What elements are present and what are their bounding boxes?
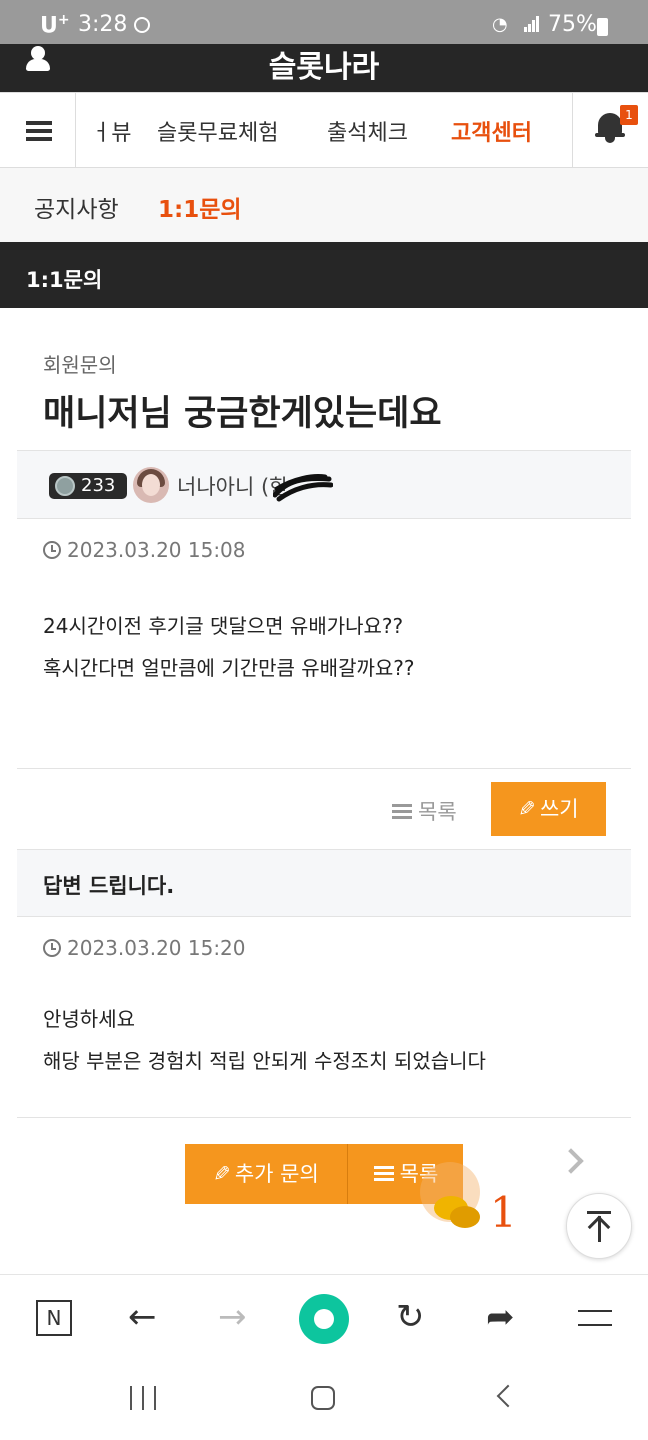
main-nav: ㅓ뷰 슬롯무료체험 출석체크 고객센터 1 <box>0 92 648 168</box>
more-inquiry-button[interactable]: ✎ 추가 문의 <box>185 1144 348 1204</box>
write-button[interactable]: ✎ 쓰기 <box>491 782 606 836</box>
author-nickname[interactable]: 너나아니 (한 <box>177 471 288 501</box>
notification-button[interactable]: 1 <box>572 93 648 167</box>
clock-icon <box>43 541 61 559</box>
scroll-top-button[interactable] <box>566 1193 632 1259</box>
alarm-icon <box>134 17 150 33</box>
nav-item-review[interactable]: ㅓ뷰 <box>91 115 131 147</box>
post-title: 매니저님 궁금한게있는데요 <box>43 394 442 434</box>
redaction-scribble <box>273 474 333 502</box>
tab-inquiry[interactable]: 1:1문의 <box>158 190 242 224</box>
carrier-label: U+ <box>40 12 70 39</box>
bell-icon <box>598 113 622 135</box>
home-green-icon[interactable] <box>299 1294 349 1344</box>
section-title: 1:1문의 <box>0 242 648 308</box>
refresh-icon[interactable]: ↻ <box>396 1297 425 1337</box>
naver-tab-button[interactable]: N <box>36 1300 72 1336</box>
battery-level: 75% <box>548 12 597 37</box>
home-icon[interactable] <box>311 1386 335 1410</box>
level-badge: 233 <box>49 473 127 499</box>
list-icon <box>392 804 412 820</box>
signal-icon <box>524 16 540 32</box>
status-bar: U+ 3:28 ◔ 75% <box>0 0 648 44</box>
answer-body: 안녕하세요 해당 부분은 경험치 적립 안되게 수정조치 되었습니다 <box>43 998 486 1082</box>
post-date: 2023.03.20 15:08 <box>43 538 246 562</box>
avatar[interactable] <box>133 467 169 503</box>
back-icon[interactable] <box>496 1384 520 1408</box>
back-arrow-icon[interactable]: ← <box>128 1297 157 1337</box>
answer-date: 2023.03.20 15:20 <box>43 936 246 960</box>
list-link[interactable]: 목록 <box>392 796 457 826</box>
answer-body-line: 해당 부분은 경험치 적립 안되게 수정조치 되었습니다 <box>43 1049 486 1073</box>
list-icon <box>373 1166 394 1182</box>
nav-items: ㅓ뷰 슬롯무료체험 출석체크 고객센터 <box>77 93 572 167</box>
status-time: 3:28 <box>78 12 128 37</box>
nav-item-customer-center[interactable]: 고객센터 <box>451 115 532 147</box>
answer-header: 답변 드립니다. <box>17 849 631 917</box>
post-body-line: 혹시간다면 얼만큼에 기간만큼 유배갈까요?? <box>43 656 415 680</box>
pencil-icon: ✎ <box>213 1162 231 1186</box>
chat-count: 1 <box>490 1188 517 1237</box>
post-body: 24시간이전 후기글 댓달으면 유배가나요?? 혹시간다면 얼만큼에 기간만큼 … <box>43 605 415 689</box>
share-icon[interactable]: ➦ <box>486 1297 515 1337</box>
author-bar: 233 너나아니 (한 <box>17 450 631 519</box>
notification-badge: 1 <box>620 105 638 125</box>
pencil-icon: ✎ <box>518 797 536 821</box>
next-post-chevron-icon[interactable] <box>558 1148 584 1174</box>
browser-toolbar: N ← → ↻ ➦ <box>0 1274 648 1362</box>
browser-menu-icon[interactable] <box>578 1306 612 1330</box>
battery-icon <box>597 18 608 36</box>
post-body-line: 24시간이전 후기글 댓달으면 유배가나요?? <box>43 614 404 638</box>
nav-item-attendance[interactable]: 출석체크 <box>327 115 408 147</box>
divider <box>17 768 631 769</box>
recent-apps-icon[interactable] <box>130 1386 156 1410</box>
post-category: 회원문의 <box>43 353 117 377</box>
hamburger-menu-icon[interactable] <box>0 93 76 167</box>
nav-item-free-trial[interactable]: 슬롯무료체험 <box>157 115 278 147</box>
chat-widget[interactable]: 1 <box>418 1160 528 1240</box>
level-gem-icon <box>55 476 75 496</box>
wifi-icon: ◔ <box>492 14 508 35</box>
android-nav-bar <box>0 1362 648 1440</box>
divider <box>17 1117 631 1118</box>
forward-arrow-icon[interactable]: → <box>218 1297 247 1337</box>
answer-body-line: 안녕하세요 <box>43 1007 135 1031</box>
clock-icon <box>43 939 61 957</box>
tab-notice[interactable]: 공지사항 <box>34 190 119 224</box>
sub-nav: 공지사항 1:1문의 <box>0 168 648 242</box>
site-header: 슬롯나라 <box>0 44 648 92</box>
site-title[interactable]: 슬롯나라 <box>0 42 648 86</box>
